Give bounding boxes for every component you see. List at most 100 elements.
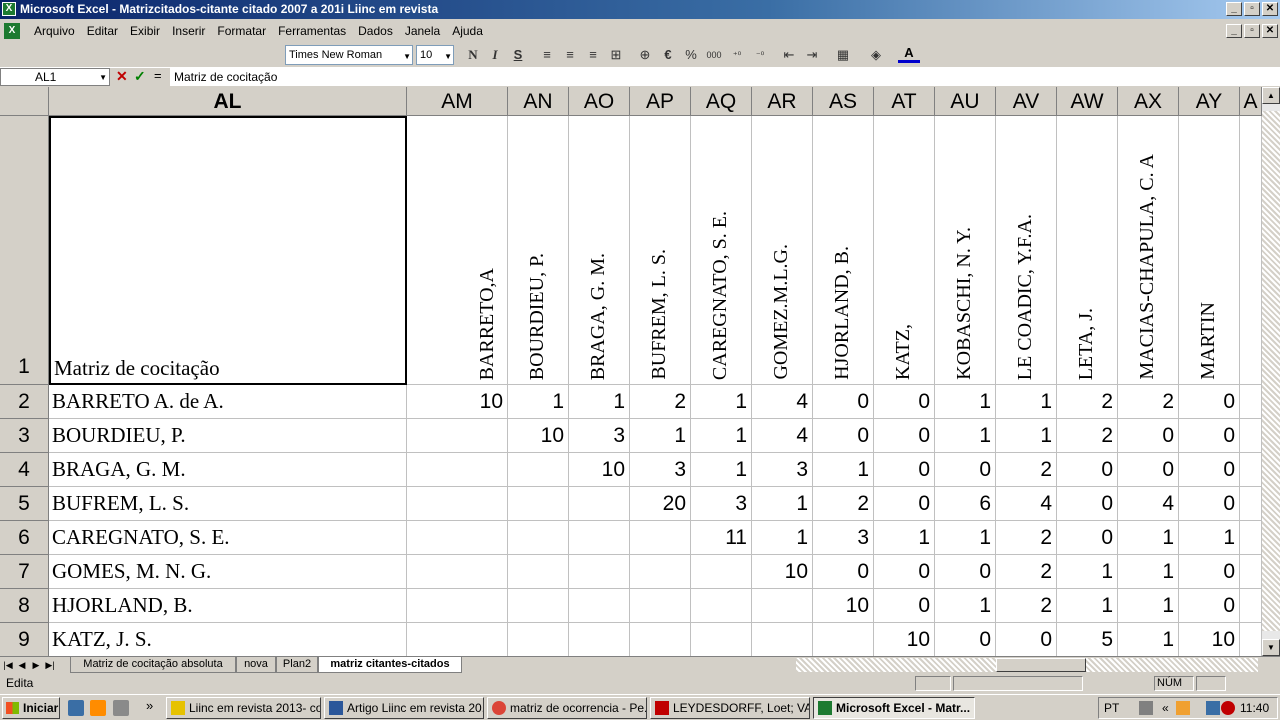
menu-janela[interactable]: Janela	[399, 24, 446, 38]
matrix-value[interactable]: 0	[813, 555, 874, 589]
matrix-value[interactable]: 0	[874, 453, 935, 487]
matrix-value[interactable]	[569, 521, 630, 555]
column-header[interactable]: AN	[508, 87, 569, 116]
vertical-scrollbar[interactable]: ▲ ▼	[1262, 87, 1280, 656]
row-author-label[interactable]: BARRETO A. de A.	[49, 385, 407, 419]
matrix-value[interactable]	[407, 589, 508, 623]
menu-ferramentas[interactable]: Ferramentas	[272, 24, 352, 38]
scroll-up-icon[interactable]: ▲	[1262, 87, 1280, 104]
matrix-value[interactable]: 10	[752, 555, 813, 589]
menu-editar[interactable]: Editar	[81, 24, 124, 38]
matrix-value[interactable]: 1	[1118, 521, 1179, 555]
align-center-icon[interactable]: ≡	[559, 45, 581, 65]
keyboard-icon[interactable]	[1139, 701, 1153, 715]
row-header[interactable]: 4	[0, 453, 49, 487]
cell[interactable]: BARRETO,A	[407, 116, 508, 385]
matrix-value[interactable]	[630, 589, 691, 623]
next-sheet-icon[interactable]: ▶	[30, 658, 42, 672]
matrix-value[interactable]: 0	[996, 623, 1057, 656]
matrix-value[interactable]: 4	[752, 419, 813, 453]
matrix-value[interactable]: 0	[874, 589, 935, 623]
column-header[interactable]: AY	[1179, 87, 1240, 116]
matrix-value[interactable]: 1	[813, 453, 874, 487]
matrix-value[interactable]	[508, 487, 569, 521]
matrix-value[interactable]: 0	[874, 419, 935, 453]
taskbar-item-chrome[interactable]: matriz de ocorrencia - Pe...	[487, 697, 647, 719]
matrix-value[interactable]	[691, 623, 752, 656]
formula-input[interactable]: Matriz de cocitação	[170, 68, 1280, 86]
matrix-value[interactable]: 1	[996, 385, 1057, 419]
row-author-label[interactable]: BUFREM, L. S.	[49, 487, 407, 521]
bold-button[interactable]: N	[462, 45, 484, 65]
matrix-value[interactable]: 1	[1179, 521, 1240, 555]
matrix-value[interactable]: 0	[1179, 589, 1240, 623]
matrix-value[interactable]: 10	[813, 589, 874, 623]
cell[interactable]	[1240, 589, 1262, 623]
menu-exibir[interactable]: Exibir	[124, 24, 166, 38]
cell[interactable]: GOMEZ.M.L.G.	[752, 116, 813, 385]
column-header[interactable]: AQ	[691, 87, 752, 116]
decrease-indent-icon[interactable]: ⇤	[778, 45, 800, 65]
show-desktop-icon[interactable]	[68, 700, 84, 716]
matrix-value[interactable]: 1	[1057, 555, 1118, 589]
cell[interactable]: LE COADIC, Y.F.A.	[996, 116, 1057, 385]
menu-ajuda[interactable]: Ajuda	[446, 24, 489, 38]
cell[interactable]	[1240, 385, 1262, 419]
matrix-value[interactable]	[630, 555, 691, 589]
column-header[interactable]: AP	[630, 87, 691, 116]
matrix-value[interactable]	[508, 623, 569, 656]
column-header[interactable]: AX	[1118, 87, 1179, 116]
matrix-value[interactable]: 1	[752, 487, 813, 521]
column-header[interactable]: AU	[935, 87, 996, 116]
select-all-corner[interactable]	[0, 87, 49, 116]
cell[interactable]: KATZ,	[874, 116, 935, 385]
matrix-value[interactable]: 6	[935, 487, 996, 521]
matrix-value[interactable]: 2	[1118, 385, 1179, 419]
percent-button[interactable]: %	[680, 45, 702, 65]
column-header[interactable]: A	[1240, 87, 1262, 116]
fill-color-icon[interactable]: ◈	[865, 45, 887, 65]
sheet-tab-matriz-cocitacao-absoluta[interactable]: Matriz de cocitação absoluta	[70, 657, 236, 673]
cell[interactable]: BOURDIEU, P.	[508, 116, 569, 385]
row-author-label[interactable]: BRAGA, G. M.	[49, 453, 407, 487]
matrix-value[interactable]: 1	[935, 385, 996, 419]
cell[interactable]	[1240, 623, 1262, 656]
matrix-value[interactable]	[508, 589, 569, 623]
matrix-value[interactable]	[691, 555, 752, 589]
matrix-value[interactable]	[569, 589, 630, 623]
matrix-value[interactable]: 1	[691, 453, 752, 487]
taskbar-item-liinc-2013[interactable]: Liinc em revista 2013- co...	[166, 697, 321, 719]
matrix-value[interactable]	[407, 419, 508, 453]
cell[interactable]	[1240, 521, 1262, 555]
matrix-value[interactable]: 0	[813, 385, 874, 419]
scroll-down-icon[interactable]: ▼	[1262, 639, 1280, 656]
matrix-value[interactable]: 0	[874, 385, 935, 419]
matrix-value[interactable]: 2	[996, 555, 1057, 589]
matrix-value[interactable]	[407, 623, 508, 656]
matrix-value[interactable]	[630, 623, 691, 656]
matrix-value[interactable]	[407, 521, 508, 555]
matrix-value[interactable]: 20	[630, 487, 691, 521]
row-header[interactable]: 8	[0, 589, 49, 623]
matrix-value[interactable]: 0	[935, 453, 996, 487]
chevron-right-icon[interactable]: »	[146, 698, 153, 713]
row-author-label[interactable]: KATZ, J. S.	[49, 623, 407, 656]
matrix-value[interactable]: 1	[1118, 623, 1179, 656]
matrix-value[interactable]	[508, 521, 569, 555]
workbook-icon[interactable]: X	[4, 23, 20, 39]
matrix-value[interactable]: 0	[935, 623, 996, 656]
matrix-value[interactable]	[508, 453, 569, 487]
matrix-value[interactable]: 3	[813, 521, 874, 555]
matrix-value[interactable]: 0	[1057, 521, 1118, 555]
column-header[interactable]: AL	[49, 87, 407, 116]
media-player-icon[interactable]	[90, 700, 106, 716]
matrix-value[interactable]	[813, 623, 874, 656]
matrix-value[interactable]: 1	[1057, 589, 1118, 623]
borders-icon[interactable]: ▦	[832, 45, 854, 65]
sheet-tab-nova[interactable]: nova	[236, 657, 276, 673]
menu-formatar[interactable]: Formatar	[211, 24, 272, 38]
underline-button[interactable]: S	[507, 45, 529, 65]
align-left-icon[interactable]: ≡	[536, 45, 558, 65]
cell[interactable]: HJORLAND, B.	[813, 116, 874, 385]
row-author-label[interactable]: GOMES, M. N. G.	[49, 555, 407, 589]
